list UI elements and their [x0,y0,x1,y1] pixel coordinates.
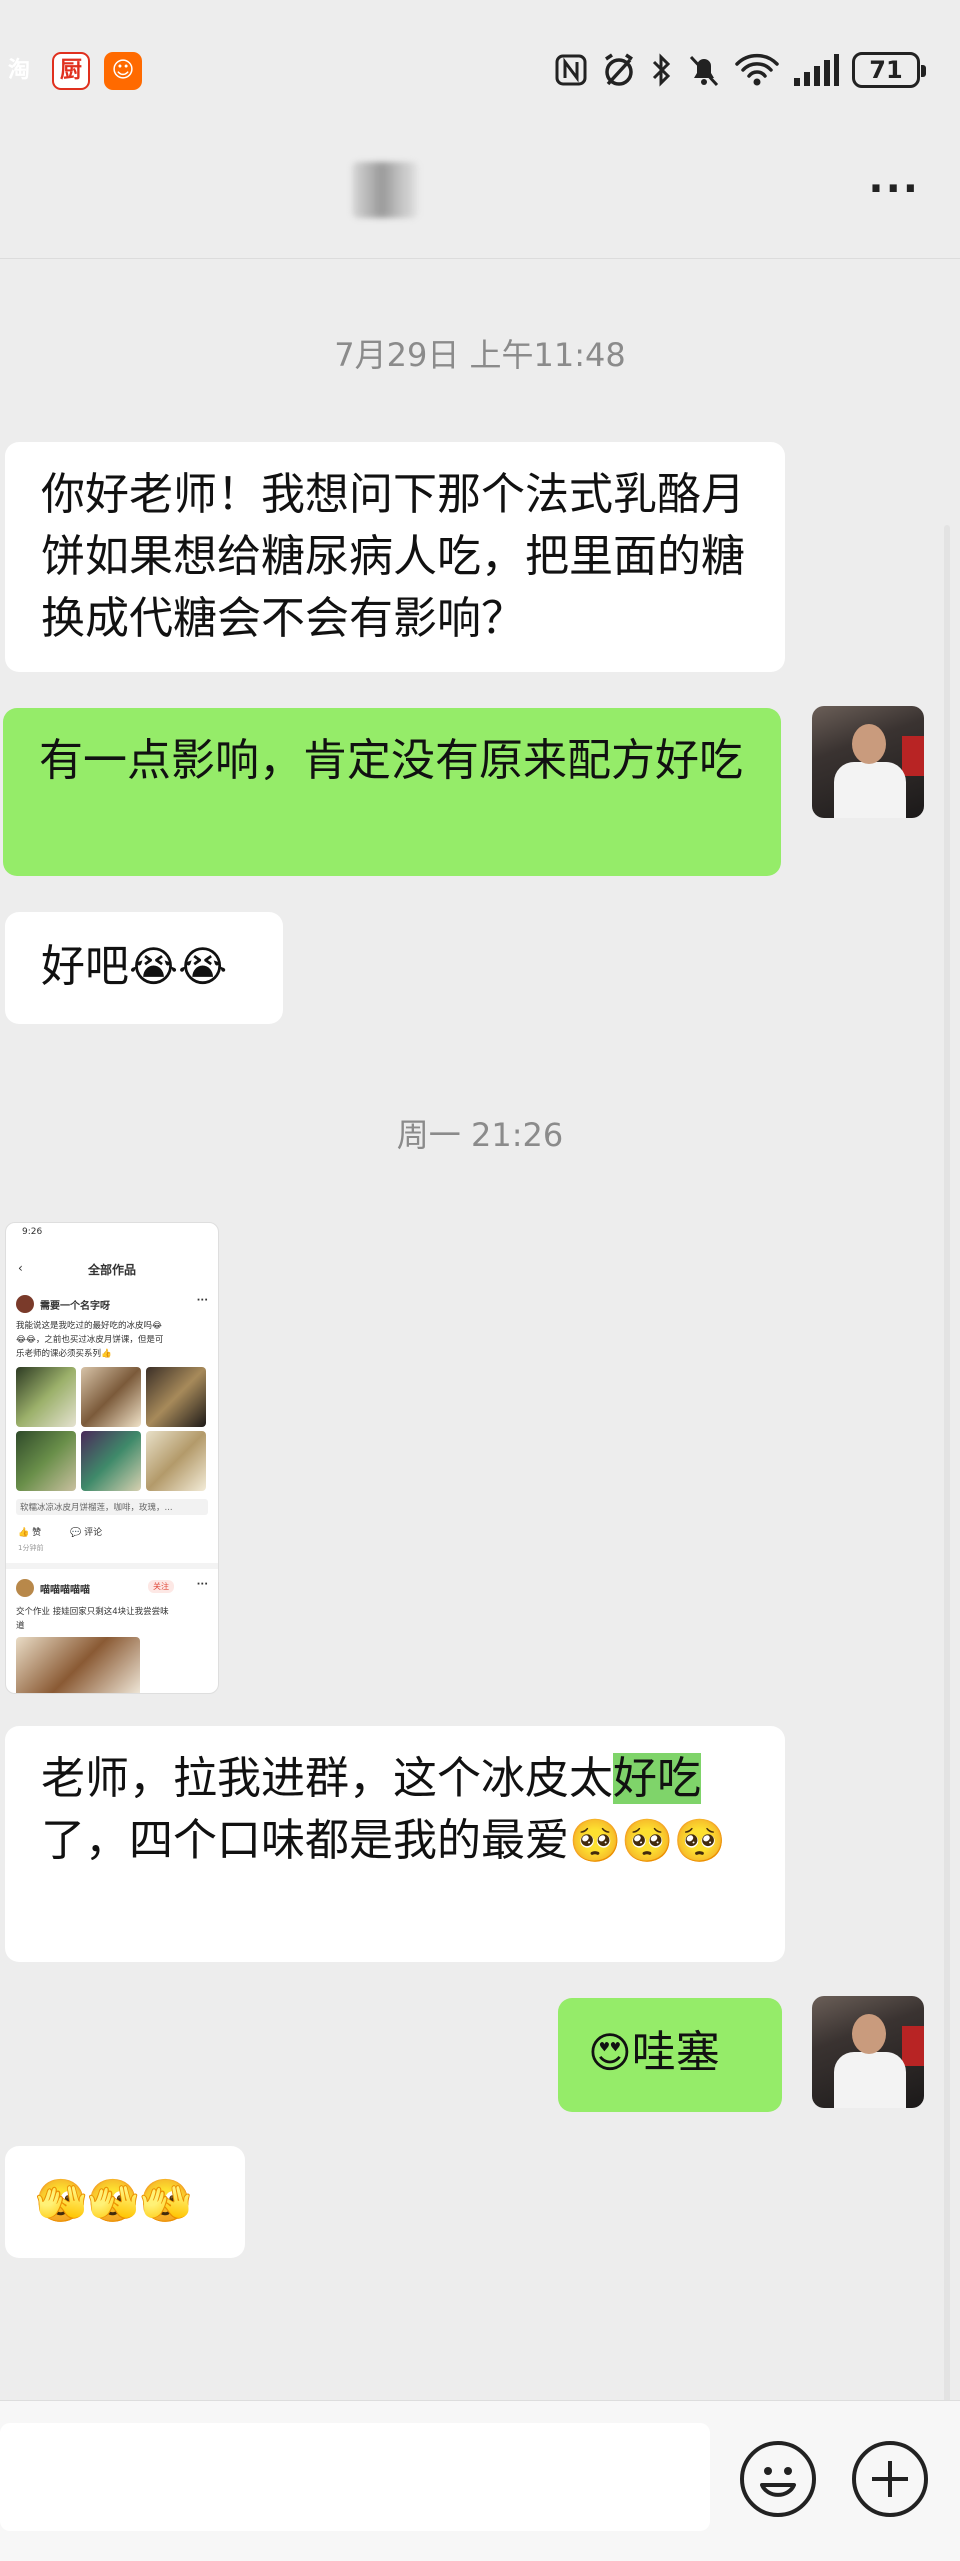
image-author2: 喵喵喵喵喵 [40,1585,90,1596]
alarm-off-icon [605,53,633,86]
image-caption: 软糯冰凉冰皮月饼榴莲，咖啡，玫瑰，... [20,1503,173,1513]
image-like: 👍 赞 [18,1528,42,1538]
input-bar [0,2400,960,2561]
nfc-icon [555,54,587,86]
image-photo [16,1431,76,1491]
contact-name-blurred [352,162,418,218]
orange-app-icon: ☺ [104,52,142,90]
message-text: 老师，拉我进群，这个冰皮太 [41,1753,613,1804]
image-more-icon: ··· [196,1295,208,1306]
image-post-text: 乐老师的课必须买系列👍 [16,1349,112,1359]
message-text: 哇塞 [631,2027,720,2078]
chat-header: ··· [0,140,960,260]
image-title: 全部作品 [87,1263,136,1277]
message-text: 你好老师！我想问下那个法式乳酪月饼如果想给糖尿病人吃，把里面的糖换成代糖会不会有… [41,469,745,644]
image-photo [146,1431,206,1491]
image-comment: 💬 评论 [70,1528,103,1538]
image-more-icon: ··· [196,1579,208,1590]
header-divider [0,258,960,259]
smiley-icon [760,2467,796,2497]
image-author-avatar [16,1295,34,1313]
image-post-text: 我能说这是我吃过的最好吃的冰皮吗😂 [16,1321,162,1331]
image-author: 需要一个名字呀 [40,1301,110,1312]
peeking-emoji: 🫣🫣🫣 [35,2176,192,2225]
image-follow-badge: 关注 [148,1580,174,1593]
image-photo [81,1367,141,1427]
outgoing-message[interactable]: 有一点影响，肯定没有原来配方好吃 [3,708,781,876]
image-photo [16,1637,140,1693]
shared-screenshot-image[interactable]: 9:26 ‹ 全部作品 需要一个名字呀 ··· 我能说这是我吃过的最好吃的冰皮吗… [5,1222,219,1694]
battery-indicator: 71 [852,52,926,88]
plus-icon [872,2461,908,2497]
timestamp: 7月29日 上午11:48 [334,336,626,374]
heart-eyes-emoji: 😍 [588,2028,632,2077]
outgoing-message[interactable]: 😍哇塞 [558,1998,782,2112]
image-post2-text: 交个作业 接娃回家只剩这4块让我尝尝味 [16,1607,169,1617]
message-text: 了，四个口味都是我的最爱 [41,1815,569,1866]
my-avatar[interactable] [812,706,924,818]
image-time-ago: 1分钟前 [18,1544,44,1552]
image-post2-text: 道 [16,1621,25,1631]
scrollbar[interactable] [944,525,950,2405]
crying-emoji: 😭😭 [129,942,228,991]
image-photo [81,1431,141,1491]
incoming-message[interactable]: 老师，拉我进群，这个冰皮太好吃了，四个口味都是我的最爱🥺🥺🥺 [5,1726,785,1962]
message-input[interactable] [0,2423,710,2531]
highlighted-text: 好吃 [613,1753,701,1804]
incoming-message[interactable]: 🫣🫣🫣 [5,2146,245,2258]
image-status-time: 9:26 [22,1227,43,1237]
mute-bell-icon [689,55,719,87]
more-options-button[interactable]: ··· [868,166,920,212]
emoji-button[interactable] [740,2441,816,2517]
pleading-emoji: 🥺 [673,1816,726,1865]
plus-button[interactable] [852,2441,928,2517]
image-post-text: 😂😂，之前也买过冰皮月饼课，但是可 [16,1335,164,1345]
incoming-message[interactable]: 好吧😭😭 [5,912,283,1024]
message-text: 好吧 [41,941,129,992]
wifi-icon [735,53,779,86]
image-photo [16,1367,76,1427]
image-author2-avatar [16,1579,34,1597]
signal-icon [794,54,839,86]
image-divider [6,1563,218,1569]
kitchen-app-icon: 厨 [52,52,90,90]
taobao-app-icon: 淘 [7,58,30,83]
my-avatar[interactable] [812,1996,924,2108]
timestamp: 周一 21:26 [396,1116,564,1154]
pleading-emoji: 🥺🥺 [569,1816,674,1865]
image-photo [146,1367,206,1427]
message-text: 有一点影响，肯定没有原来配方好吃 [39,735,743,786]
incoming-message[interactable]: 你好老师！我想问下那个法式乳酪月饼如果想给糖尿病人吃，把里面的糖换成代糖会不会有… [5,442,785,672]
bluetooth-icon [652,53,671,87]
status-bar: 淘 厨 ☺ 71 [0,0,960,140]
